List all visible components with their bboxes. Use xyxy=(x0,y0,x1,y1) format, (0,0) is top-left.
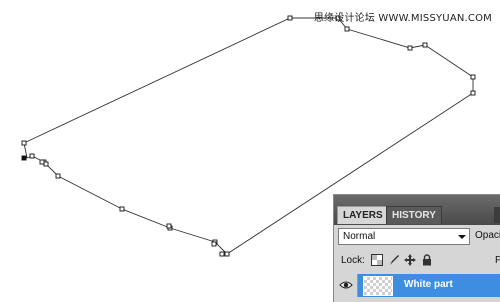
anchor-point[interactable] xyxy=(55,173,61,179)
layer-thumbnail[interactable] xyxy=(363,276,393,296)
lock-label: Lock: xyxy=(341,255,365,266)
anchor-point[interactable] xyxy=(344,26,350,32)
anchor-point[interactable] xyxy=(470,90,476,96)
anchor-point[interactable] xyxy=(422,42,428,48)
panel-tab-bar: LAYERS HISTORY xyxy=(334,195,500,225)
opacity-label: Opaci xyxy=(475,230,500,241)
anchor-point[interactable] xyxy=(219,251,225,257)
anchor-point[interactable] xyxy=(407,45,413,51)
anchor-point[interactable] xyxy=(43,161,49,167)
anchor-point[interactable] xyxy=(166,223,172,229)
layers-panel: LAYERS HISTORY Normal Opaci Lock: F Whit… xyxy=(333,194,500,302)
lock-transparent-pixels-icon[interactable] xyxy=(371,254,383,266)
tab-history[interactable]: HISTORY xyxy=(386,206,442,224)
anchor-point[interactable] xyxy=(224,251,230,257)
chevron-down-icon xyxy=(458,235,466,239)
anchor-point[interactable] xyxy=(211,241,217,247)
anchor-point[interactable] xyxy=(287,15,293,21)
selected-anchor-point[interactable] xyxy=(21,155,27,161)
anchor-point[interactable] xyxy=(29,153,35,159)
lock-all-icon[interactable] xyxy=(421,254,433,266)
lock-position-icon[interactable] xyxy=(404,254,416,266)
tab-layers[interactable]: LAYERS xyxy=(337,206,389,224)
layer-name[interactable]: White part xyxy=(404,279,453,290)
lock-image-pixels-icon[interactable] xyxy=(388,254,400,266)
anchor-point[interactable] xyxy=(39,159,45,165)
anchor-point[interactable] xyxy=(470,74,476,80)
watermark-text: 思缘设计论坛 WWW.MISSYUAN.COM xyxy=(313,13,492,24)
eye-icon xyxy=(339,281,353,289)
anchor-point[interactable] xyxy=(21,140,27,146)
panel-menu-handle[interactable] xyxy=(494,207,500,223)
fill-label: F xyxy=(495,255,500,266)
blend-mode-dropdown[interactable]: Normal xyxy=(338,228,470,245)
layer-row[interactable]: White part xyxy=(334,274,500,297)
anchor-point[interactable] xyxy=(119,206,125,212)
blend-mode-value: Normal xyxy=(343,231,376,242)
layer-visibility-toggle[interactable] xyxy=(334,274,358,297)
